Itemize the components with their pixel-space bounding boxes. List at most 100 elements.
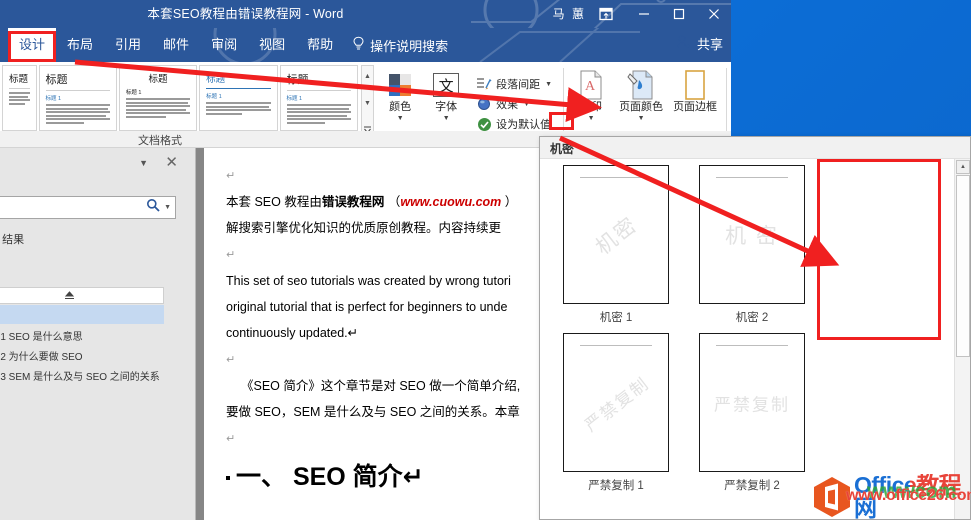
theme-colors-icon <box>389 69 412 101</box>
watermark-thumbnail[interactable]: 机密 <box>563 165 669 304</box>
style-thumb-heading: 标题 1 <box>125 90 142 96</box>
style-thumb-lines <box>45 104 110 124</box>
navigation-pane: 导航 ▼ ✕ ▼ 标题 页面 结果 <box>0 148 196 520</box>
gallery-scroll-down-button[interactable]: ▼ <box>362 93 373 113</box>
tab-layout[interactable]: 布局 <box>56 28 104 62</box>
chevron-down-icon[interactable]: ▼ <box>443 114 450 123</box>
close-button[interactable] <box>696 0 731 28</box>
tab-mailings[interactable]: 邮件 <box>152 28 200 62</box>
style-thumb-title: 标题 <box>148 74 168 85</box>
watermark-gallery-grid: 机密 机密 1 机 密 机密 2 严禁复制 严禁复制 1 严禁复制 严禁复制 2 <box>540 159 954 519</box>
watermark-gallery-dropdown: 机密 机密 机密 1 机 密 机密 2 严禁复制 严禁复制 1 严禁复制 严禁复… <box>539 136 971 520</box>
navigation-pane-header: 导航 ▼ ✕ <box>0 148 195 182</box>
watermark-thumbnail[interactable]: 严禁复制 <box>699 333 805 472</box>
site-url: www.office26.com <box>846 487 971 504</box>
watermark-item-do-not-copy-2[interactable]: 严禁复制 严禁复制 2 <box>684 333 820 501</box>
style-thumb-rule <box>286 90 351 91</box>
chevron-down-icon[interactable]: ▼ <box>545 81 552 88</box>
watermark-item-label: 机密 2 <box>735 312 769 324</box>
tab-design[interactable]: 设计 <box>8 28 57 62</box>
style-thumb-rule <box>206 88 271 89</box>
navigation-selected-item[interactable] <box>0 305 164 324</box>
scroll-up-button[interactable]: ▲ <box>956 160 970 174</box>
tab-view[interactable]: 视图 <box>248 28 296 62</box>
title-bar: 本套SEO教程由错误教程网 - Word 马 蕙 <box>0 0 731 28</box>
screenshot-root: 本套SEO教程由错误教程网 - Word 马 蕙 设计 布局 引用 邮件 审阅 … <box>0 0 971 520</box>
search-options-caret[interactable]: ▼ <box>164 204 171 211</box>
style-gallery-scrollbar[interactable]: ▲ ▼ <box>360 65 375 141</box>
page-color-label: 页面颜色 <box>619 101 664 113</box>
watermark-thumbnail[interactable]: 严禁复制 <box>563 333 669 472</box>
tab-help[interactable]: 帮助 <box>296 28 344 62</box>
maximize-button[interactable] <box>661 0 696 28</box>
style-thumbnail[interactable]: 标题 标题 1 <box>118 65 198 131</box>
paragraph-spacing-button[interactable]: 段落间距 ▼ <box>473 75 555 93</box>
set-as-default-icon <box>476 116 492 132</box>
group-label-document-formatting: 文档格式 <box>138 135 182 147</box>
style-thumb-rule <box>45 90 110 91</box>
style-thumbnail[interactable]: 标题 标题 1 <box>199 65 278 131</box>
tell-me-search[interactable]: 操作说明搜索 <box>344 28 456 62</box>
chevron-down-icon[interactable]: ▼ <box>523 101 530 108</box>
ribbon-group-divider <box>563 68 565 138</box>
navigation-item[interactable]: 1.3 SEM 是什么及与 SEO 之间的关系 <box>0 368 160 383</box>
tab-references[interactable]: 引用 <box>104 28 152 62</box>
style-thumbnail[interactable]: 标题 标题 1 <box>38 65 117 131</box>
navigation-item[interactable]: 1.1 SEO 是什么意思 <box>0 328 83 343</box>
watermark-item-label: 严禁复制 1 <box>588 480 644 492</box>
share-label: 共享 <box>696 37 723 52</box>
site-watermark-text: Office教程网 wwwcom www.office26.com <box>846 474 971 520</box>
theme-fonts-label: 字体 <box>435 101 458 113</box>
theme-fonts-icon: 文 <box>433 69 460 101</box>
page-borders-label: 页面边框 <box>673 101 718 113</box>
lightbulb-icon <box>352 36 365 54</box>
style-thumb-title: 标题 <box>286 74 309 86</box>
style-thumbnail[interactable]: 标题 标题 1 <box>279 65 358 131</box>
ribbon-display-options-icon[interactable] <box>586 0 626 28</box>
ribbon-group-divider <box>726 68 728 138</box>
tab-review[interactable]: 审阅 <box>200 28 248 62</box>
watermark-dropdown-arrow[interactable]: ▼ <box>588 114 595 123</box>
ribbon-tab-strip: 设计 布局 引用 邮件 审阅 视图 帮助 操作说明搜索 <box>0 28 731 62</box>
chevron-down-icon[interactable]: ▼ <box>397 114 404 123</box>
navigation-item[interactable]: 1.2 为什么要做 SEO <box>0 348 83 363</box>
style-thumb-title: 标题 <box>45 74 68 86</box>
style-thumb-lines <box>9 92 30 105</box>
watermark-item-do-not-copy-1[interactable]: 严禁复制 严禁复制 1 <box>548 333 684 501</box>
watermark-preview-text: 机 密 <box>725 224 779 248</box>
watermark-preview-text: 严禁复制 <box>714 395 790 414</box>
style-thumb-heading: 标题 1 <box>206 94 222 100</box>
navigation-pane-tabs[interactable]: 标题 页面 结果 <box>0 231 24 247</box>
site-watermark-logo: Office教程网 wwwcom www.office26.com <box>812 474 971 520</box>
thumb-top-rule <box>716 345 788 346</box>
document-hyperlink[interactable]: www.cuowu.com <box>400 195 501 209</box>
style-thumb-title: 标题 <box>206 74 226 85</box>
theme-colors-label: 颜色 <box>389 101 412 113</box>
close-icon[interactable]: ✕ <box>165 153 178 171</box>
paragraph-spacing-icon <box>476 76 492 92</box>
collapse-icon[interactable] <box>64 287 75 305</box>
watermark-thumbnail[interactable]: 机 密 <box>699 165 805 304</box>
para-bold: 错误教程网 <box>321 195 385 209</box>
watermark-gallery-scrollbar[interactable]: ▲ <box>954 159 970 519</box>
user-account-name: 马 蕙 <box>552 7 586 21</box>
search-icon[interactable] <box>146 198 160 217</box>
style-thumbnail[interactable]: 标题 <box>2 65 37 131</box>
minimize-button[interactable] <box>626 0 661 28</box>
window-controls <box>586 0 731 28</box>
navigation-search-input[interactable]: ▼ <box>0 196 176 219</box>
watermark-item-confidential-2[interactable]: 机 密 机密 2 <box>684 165 820 333</box>
style-thumb-title: 标题 <box>9 74 29 85</box>
page-color-icon <box>627 69 655 101</box>
style-thumb-heading: 标题 1 <box>286 96 303 102</box>
gallery-scroll-up-button[interactable]: ▲ <box>362 66 373 86</box>
effects-button[interactable]: 效果 ▼ <box>473 95 555 113</box>
chevron-down-icon[interactable]: ▼ <box>139 158 148 168</box>
para-prefix: 本套 SEO 教程由 <box>226 195 322 209</box>
scrollbar-thumb[interactable] <box>956 175 970 357</box>
watermark-item-confidential-1[interactable]: 机密 机密 1 <box>548 165 684 333</box>
para-mid: （ <box>384 195 401 209</box>
share-button[interactable]: 共享 <box>677 34 723 53</box>
chevron-down-icon[interactable]: ▼ <box>638 114 645 123</box>
style-thumb-heading: 标题 1 <box>45 96 62 102</box>
